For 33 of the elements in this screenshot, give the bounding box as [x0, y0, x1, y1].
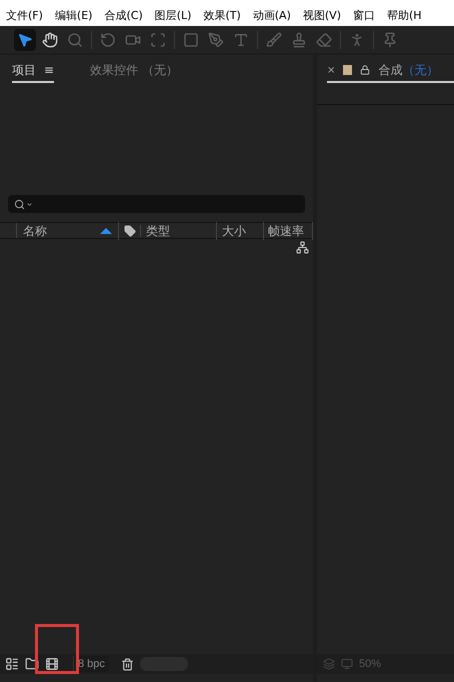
tag-icon[interactable]: [124, 224, 136, 236]
close-glyph[interactable]: ×: [327, 62, 336, 78]
swatch-icon: [343, 65, 352, 75]
panel-tab[interactable]: × 合成（无）: [327, 61, 454, 83]
column-title[interactable]: 类型: [141, 222, 217, 240]
menu-item[interactable]: 合成(C): [104, 8, 143, 24]
folder-icon[interactable]: [25, 657, 39, 671]
menu-item[interactable]: 帮助(H: [386, 8, 422, 24]
trash-icon[interactable]: [120, 658, 134, 670]
panel-tab[interactable]: 项目 ≡: [12, 61, 54, 83]
lock-icon[interactable]: [360, 65, 370, 75]
list-icon[interactable]: [5, 657, 19, 671]
menu-item[interactable]: 文件(F): [6, 8, 43, 24]
search-icon: [14, 198, 25, 210]
column-title[interactable]: 名称: [23, 222, 47, 240]
menu-item[interactable]: 编辑(E): [54, 8, 92, 24]
film-icon[interactable]: [45, 657, 59, 671]
menu-item[interactable]: 动画(A): [252, 8, 291, 24]
panel-tab[interactable]: 效果控件 （无）: [90, 61, 178, 83]
tab-title: 合成（无）: [378, 62, 438, 79]
sort-triangle-icon[interactable]: [100, 228, 112, 234]
menu-item[interactable]: 图层(L): [154, 8, 192, 24]
menu-item[interactable]: 窗口: [352, 8, 375, 24]
column-title[interactable]: 大小: [217, 222, 264, 240]
caret-icon: [26, 200, 33, 208]
menu-item[interactable]: 效果(T): [203, 8, 241, 24]
search-field[interactable]: [8, 195, 305, 213]
menu-item[interactable]: 视图(V): [302, 8, 341, 24]
column-title[interactable]: 帧速率: [264, 222, 313, 240]
hierarchy-icon[interactable]: [296, 241, 309, 254]
monitor-icon[interactable]: [341, 658, 353, 670]
layers-icon[interactable]: [323, 658, 335, 670]
menu-glyph[interactable]: ≡: [44, 61, 54, 79]
